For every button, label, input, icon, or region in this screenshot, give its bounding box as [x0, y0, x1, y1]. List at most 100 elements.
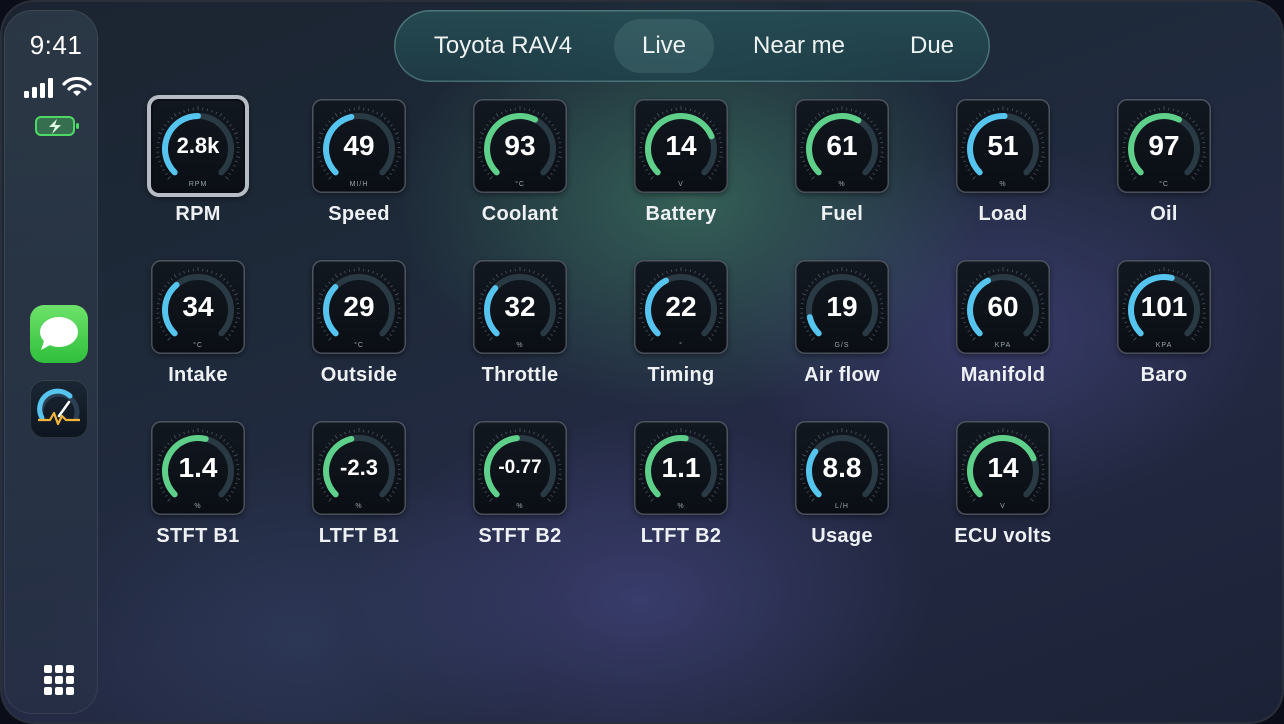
app-grid-icon[interactable] [44, 665, 74, 695]
gauge-tick [859, 111, 862, 115]
gauge-tick [712, 124, 715, 127]
gauge-tick [992, 430, 995, 434]
gauge-tick [555, 325, 558, 328]
battery-charging-icon [35, 116, 79, 136]
gauge-tick [972, 498, 976, 502]
gauge-oil[interactable]: 97 °C Oil [1099, 99, 1229, 249]
gauge-tick [170, 439, 173, 442]
gauge-tick [1139, 274, 1143, 278]
gauge-tick [817, 113, 821, 117]
gauge-tile[interactable]: 93 °C [473, 99, 567, 193]
gauge-tick [331, 278, 334, 281]
gauge-tick [545, 117, 548, 120]
gauge-tick [328, 176, 332, 180]
gauge-ltft-b2[interactable]: 1.1% LTFT B2 [616, 421, 746, 571]
gauge-stft-b1[interactable]: 1.4% STFT B1 [133, 421, 263, 571]
gauge-tick [509, 430, 512, 434]
gauge-tile[interactable]: 14 V [956, 421, 1050, 515]
gauge-tick [698, 111, 701, 115]
gauge-tick [555, 486, 558, 489]
gauge-tile[interactable]: 32% [473, 260, 567, 354]
gauge-tile[interactable]: 29 °C [312, 260, 406, 354]
gauge-battery[interactable]: 14 V Battery [616, 99, 746, 249]
gauge-tick [537, 272, 540, 276]
gauge-tick [650, 337, 654, 341]
gauge-tick [1181, 272, 1184, 276]
gauge-load[interactable]: 51% Load [938, 99, 1068, 249]
gauge-tile[interactable]: -0.77% [473, 421, 567, 515]
gauge-tile[interactable]: 51% [956, 99, 1050, 193]
gauge-tile[interactable]: 19 G/S [795, 260, 889, 354]
gauge-tick [392, 169, 395, 172]
gauge-tile[interactable]: 49 MI/H [312, 99, 406, 193]
wifi-icon [62, 76, 92, 96]
gauge-tick [384, 439, 387, 442]
gauge-tile[interactable]: 34 °C [151, 260, 245, 354]
gauge-air-flow[interactable]: 19 G/S Air flow [777, 260, 907, 410]
gauge-tile[interactable]: 97 °C [1117, 99, 1211, 193]
gauge-tick [978, 274, 982, 278]
gauge-coolant[interactable]: 93 °C Coolant [455, 99, 585, 249]
gauge-tile[interactable]: 1.1% [634, 421, 728, 515]
gauge-tick [187, 430, 190, 434]
gauge-tick [1185, 274, 1189, 278]
tab-due[interactable]: Due [884, 26, 980, 66]
gauge-tile[interactable]: 14 V [634, 99, 728, 193]
gauge-tile[interactable]: 2.8k RPM [147, 95, 249, 197]
gauge-tile[interactable]: 22 ° [634, 260, 728, 354]
gauge-tick [1128, 169, 1131, 172]
gauge-value: 14 [987, 452, 1019, 483]
obd-dashboard-app-icon[interactable] [30, 380, 88, 438]
gauge-tile[interactable]: -2.3% [312, 421, 406, 515]
gauge-tick [211, 109, 213, 113]
gauge-stft-b2[interactable]: -0.77% STFT B2 [455, 421, 585, 571]
gauge-tick [870, 120, 873, 123]
gauge-tick [233, 325, 236, 328]
gauge-tick [495, 274, 499, 278]
gauge-timing[interactable]: 22 ° Timing [616, 260, 746, 410]
gauge-tick [827, 270, 829, 274]
gauge-fuel[interactable]: 61% Fuel [777, 99, 907, 249]
messages-app-icon[interactable] [30, 305, 88, 363]
tab-live[interactable]: Live [614, 26, 714, 66]
gauge-tick [1133, 281, 1136, 284]
gauge-tick [376, 272, 379, 276]
gauge-speed[interactable]: 49 MI/H Speed [294, 99, 424, 249]
gauge-tick [873, 446, 876, 449]
gauge-outside[interactable]: 29 °C Outside [294, 260, 424, 410]
gauge-tick [648, 172, 651, 176]
gauge-tick [173, 274, 177, 278]
gauge-tile[interactable]: 60 KPA [956, 260, 1050, 354]
gauge-tick [386, 337, 390, 341]
gauge-tile[interactable]: 101 KPA [1117, 260, 1211, 354]
gauge-manifold[interactable]: 60 KPA Manifold [938, 260, 1068, 410]
gauge-tile[interactable]: 1.4% [151, 421, 245, 515]
gauge-usage[interactable]: 8.8 L/H Usage [777, 421, 907, 571]
gauge-throttle[interactable]: 32% Throttle [455, 260, 585, 410]
gauge-tick [714, 330, 717, 333]
gauge-baro[interactable]: 101 KPA Baro [1099, 260, 1229, 410]
gauge-rpm[interactable]: 2.8k RPM RPM [133, 95, 263, 249]
gauge-tick [811, 498, 815, 502]
gauge-tick [850, 430, 853, 434]
gauge-tick [551, 285, 554, 288]
gauge-tick [211, 270, 213, 274]
gauge-ecu-volts[interactable]: 14 V ECU volts [938, 421, 1068, 571]
gauge-intake[interactable]: 34 °C Intake [133, 260, 263, 410]
gauge-tile[interactable]: 61% [795, 99, 889, 193]
gauge-tick [855, 431, 857, 435]
gauge-tick [394, 325, 397, 328]
gauge-unit: V [1000, 503, 1006, 510]
gauge-tick [708, 176, 712, 180]
gauge-tick [967, 330, 970, 333]
gauge-tick [708, 337, 712, 341]
gauge-tick [965, 164, 968, 167]
gauge-tile[interactable]: 8.8 L/H [795, 421, 889, 515]
gauge-tick [811, 281, 814, 284]
gauge-tick [386, 498, 390, 502]
tab-near-me[interactable]: Near me [734, 26, 864, 66]
tab-vehicle[interactable]: Toyota RAV4 [418, 26, 588, 66]
gauge-ltft-b1[interactable]: -2.3% LTFT B1 [294, 421, 424, 571]
gauge-tick [367, 108, 370, 112]
gauge-tick [389, 494, 392, 498]
